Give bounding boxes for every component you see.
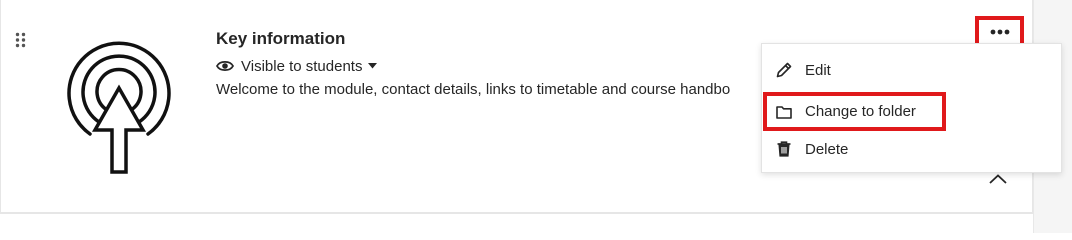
menu-item-label: Delete xyxy=(805,140,849,158)
caret-down-icon xyxy=(368,63,378,69)
target-pointer-icon xyxy=(59,38,179,176)
more-options-icon xyxy=(990,29,1009,34)
item-title[interactable]: Key information xyxy=(216,29,345,49)
content-item-card: Key information Visible to students Welc… xyxy=(0,0,1062,213)
eye-icon xyxy=(216,60,234,72)
trash-icon xyxy=(777,141,791,157)
item-description: Welcome to the module, contact details, … xyxy=(216,81,731,98)
next-item-area xyxy=(0,214,1033,233)
drag-handle-icon[interactable] xyxy=(15,32,27,48)
visibility-dropdown[interactable]: Visible to students xyxy=(216,56,378,76)
menu-item-label: Change to folder xyxy=(805,103,916,120)
page: Key information Visible to students Welc… xyxy=(0,0,1072,233)
menu-item-delete[interactable]: Delete xyxy=(770,133,945,165)
more-options-menu: Edit Change to folder Delete xyxy=(761,43,1062,173)
visibility-label: Visible to students xyxy=(241,57,363,75)
menu-item-label: Edit xyxy=(805,61,831,79)
menu-item-edit[interactable]: Edit xyxy=(770,54,945,86)
folder-icon xyxy=(776,105,792,119)
chevron-up-icon xyxy=(989,174,1007,184)
menu-item-change-to-folder[interactable]: Change to folder xyxy=(763,92,946,131)
pencil-icon xyxy=(776,62,792,78)
